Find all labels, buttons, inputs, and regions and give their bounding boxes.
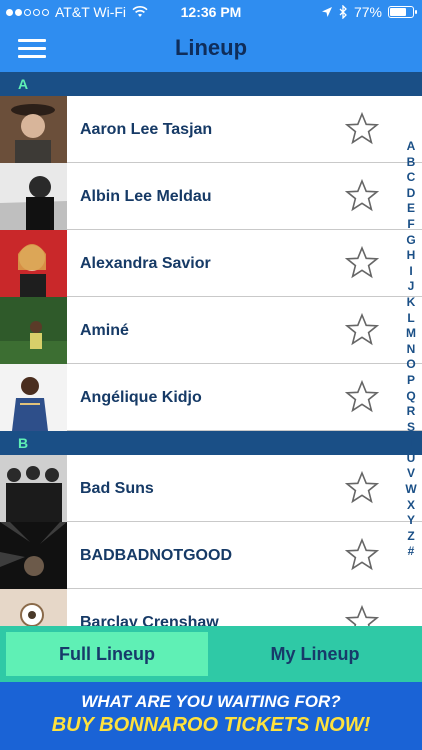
index-letter[interactable]: L: [407, 311, 414, 327]
artist-photo: [0, 163, 67, 230]
index-letter[interactable]: W: [405, 482, 416, 498]
location-arrow-icon: [321, 7, 332, 17]
banner-line-2: BUY BONNAROO TICKETS NOW!: [51, 714, 371, 736]
index-letter[interactable]: V: [407, 466, 415, 482]
index-letter[interactable]: U: [407, 451, 416, 467]
tab-my-lineup[interactable]: My Lineup: [214, 632, 416, 676]
star-icon[interactable]: [345, 538, 379, 572]
tab-bar: Full Lineup My Lineup: [0, 626, 422, 682]
index-letter[interactable]: Y: [407, 513, 415, 529]
index-letter[interactable]: R: [407, 404, 416, 420]
page-title: Lineup: [174, 35, 248, 60]
index-letter[interactable]: #: [408, 544, 415, 560]
artist-name: Alexandra Savior: [80, 255, 211, 272]
star-icon[interactable]: [345, 380, 379, 414]
index-letter[interactable]: T: [407, 435, 414, 451]
index-letter[interactable]: F: [407, 217, 414, 233]
artist-photo: [0, 589, 67, 626]
artist-name: Aaron Lee Tasjan: [80, 121, 213, 138]
index-letter[interactable]: B: [407, 155, 416, 171]
artist-photo: [0, 230, 67, 297]
list-item[interactable]: Angélique Kidjo: [0, 364, 422, 431]
index-letter[interactable]: P: [407, 373, 415, 389]
star-icon[interactable]: [345, 179, 379, 213]
list-item[interactable]: Aaron Lee Tasjan: [0, 96, 422, 163]
index-letter[interactable]: K: [407, 295, 416, 311]
artist-photo: [0, 364, 67, 431]
bluetooth-icon: [339, 5, 347, 19]
artist-name: Angélique Kidjo: [80, 389, 202, 406]
star-icon[interactable]: [345, 246, 379, 280]
status-right: 77%: [321, 4, 417, 20]
list-item[interactable]: BADBADNOTGOOD: [0, 522, 422, 589]
star-icon[interactable]: [345, 605, 379, 626]
battery-percent: 77%: [353, 4, 382, 20]
artist-name: Aminé: [80, 322, 129, 339]
index-letter[interactable]: O: [406, 357, 415, 373]
index-letter[interactable]: Q: [406, 389, 415, 405]
artist-photo: [0, 455, 67, 522]
index-letter[interactable]: N: [407, 342, 416, 358]
artist-name: Albin Lee Meldau: [80, 188, 212, 205]
section-header-a: A: [0, 72, 422, 96]
star-icon[interactable]: [345, 112, 379, 146]
list-item[interactable]: Bad Suns: [0, 455, 422, 522]
artist-name: Barclay Crenshaw: [80, 614, 219, 626]
star-icon[interactable]: [345, 313, 379, 347]
index-letter[interactable]: A: [407, 139, 416, 155]
index-letter[interactable]: J: [408, 279, 415, 295]
artist-photo: [0, 522, 67, 589]
list-item[interactable]: Barclay Crenshaw: [0, 589, 422, 626]
alphabet-index[interactable]: A B C D E F G H I J K L M N O P Q R S T U V W X Y Z #: [403, 139, 419, 560]
index-letter[interactable]: X: [407, 498, 415, 514]
list-item[interactable]: Aminé: [0, 297, 422, 364]
index-letter[interactable]: E: [407, 201, 415, 217]
artist-photo: [0, 297, 67, 364]
index-letter[interactable]: S: [407, 420, 415, 436]
index-letter[interactable]: H: [407, 248, 416, 264]
index-letter[interactable]: G: [406, 233, 415, 249]
list-item[interactable]: Alexandra Savior: [0, 230, 422, 297]
status-bar: AT&T Wi-Fi 12:36 PM 77%: [0, 0, 422, 26]
index-letter[interactable]: M: [406, 326, 416, 342]
app-header: AT&T Wi-Fi 12:36 PM 77% Lineup: [0, 0, 422, 72]
artist-photo: [0, 96, 67, 163]
index-letter[interactable]: D: [407, 186, 416, 202]
banner-line-1: WHAT ARE YOU WAITING FOR?: [81, 692, 341, 711]
index-letter[interactable]: I: [409, 264, 412, 280]
tab-full-lineup[interactable]: Full Lineup: [6, 632, 208, 676]
index-letter[interactable]: Z: [407, 529, 414, 545]
list-item[interactable]: Albin Lee Meldau: [0, 163, 422, 230]
lineup-list[interactable]: A Aaron Lee Tasjan Albin Lee Meldau Alex…: [0, 72, 422, 626]
section-header-b: B: [0, 431, 422, 455]
nav-bar: Lineup: [0, 26, 422, 72]
ad-banner[interactable]: WHAT ARE YOU WAITING FOR? BUY BONNAROO T…: [0, 682, 422, 750]
artist-name: Bad Suns: [80, 480, 154, 497]
star-icon[interactable]: [345, 471, 379, 505]
index-letter[interactable]: C: [407, 170, 416, 186]
battery-icon: [388, 6, 417, 18]
artist-name: BADBADNOTGOOD: [80, 547, 232, 564]
